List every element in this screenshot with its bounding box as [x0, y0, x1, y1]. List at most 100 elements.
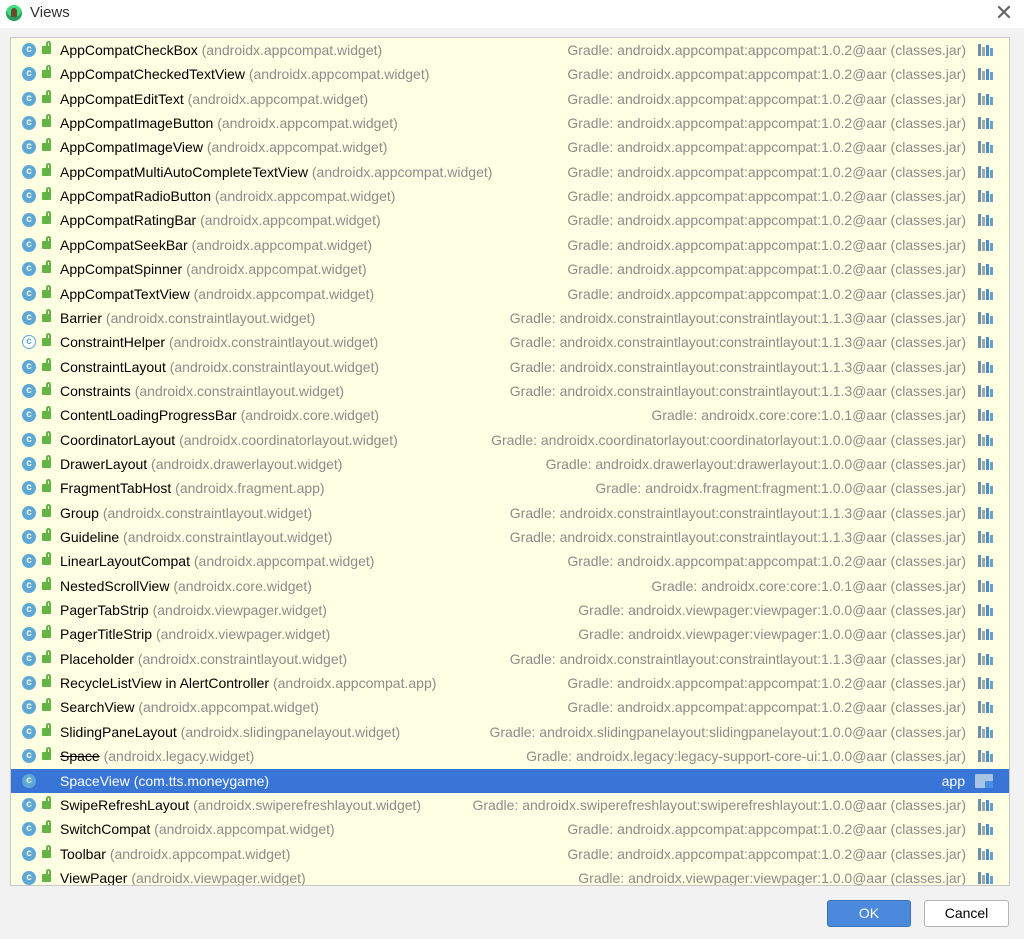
library-icon — [977, 725, 994, 739]
list-item[interactable]: c NestedScrollView (androidx.core.widget)… — [11, 574, 996, 598]
class-package: (androidx.appcompat.widget) — [193, 553, 375, 569]
class-package: (com.tts.moneygame) — [133, 773, 270, 789]
list-item[interactable]: c AppCompatMultiAutoCompleteTextView (and… — [11, 160, 996, 184]
list-item[interactable]: c AppCompatSpinner (androidx.appcompat.wi… — [11, 257, 996, 281]
list-item[interactable]: c Placeholder (androidx.constraintlayout.… — [11, 647, 996, 671]
class-simple-name: Constraints — [60, 383, 131, 399]
public-access-icon — [42, 187, 51, 200]
library-source: Gradle: androidx.viewpager:viewpager:1.0… — [578, 602, 966, 618]
list-item[interactable]: c Group (androidx.constraintlayout.widget… — [11, 501, 996, 525]
class-package: (androidx.constraintlayout.widget) — [168, 334, 379, 350]
list-item[interactable]: c ConstraintLayout (androidx.constraintla… — [11, 355, 996, 379]
list-item[interactable]: c ContentLoadingProgressBar (androidx.cor… — [11, 403, 996, 427]
class-name: ContentLoadingProgressBar (androidx.core… — [60, 403, 379, 427]
list-item[interactable]: c AppCompatRatingBar (androidx.appcompat.… — [11, 208, 996, 232]
list-item[interactable]: c AppCompatEditText (androidx.appcompat.w… — [11, 87, 996, 111]
library-icon — [977, 67, 994, 81]
public-access-icon — [42, 796, 51, 809]
class-list[interactable]: c AppCompatCheckBox (androidx.appcompat.w… — [10, 37, 1010, 886]
public-access-icon — [42, 650, 51, 663]
class-simple-name: AppCompatEditText — [60, 91, 184, 107]
list-item[interactable]: c AppCompatImageView (androidx.appcompat.… — [11, 135, 996, 159]
list-item[interactable]: c Constraints (androidx.constraintlayout.… — [11, 379, 996, 403]
list-item[interactable]: c FragmentTabHost (androidx.fragment.app)… — [11, 476, 996, 500]
library-source: Gradle: androidx.appcompat:appcompat:1.0… — [567, 212, 966, 228]
class-name: AppCompatSpinner (androidx.appcompat.wid… — [60, 257, 367, 281]
class-package: (androidx.appcompat.widget) — [193, 286, 375, 302]
list-item[interactable]: c Guideline (androidx.constraintlayout.wi… — [11, 525, 996, 549]
list-item[interactable]: c CoordinatorLayout (androidx.coordinator… — [11, 428, 996, 452]
public-access-icon — [42, 65, 51, 78]
list-item[interactable]: c SwipeRefreshLayout (androidx.swiperefre… — [11, 793, 996, 817]
public-access-icon — [42, 285, 51, 298]
library-icon — [977, 408, 994, 422]
class-package: (androidx.appcompat.widget) — [191, 237, 373, 253]
class-name: CoordinatorLayout (androidx.coordinatorl… — [60, 428, 398, 452]
class-name: ConstraintHelper (androidx.constraintlay… — [60, 330, 378, 354]
list-item[interactable]: c ConstraintHelper (androidx.constraintla… — [11, 330, 996, 354]
list-item[interactable]: c SwitchCompat (androidx.appcompat.widget… — [11, 817, 996, 841]
library-icon — [977, 457, 994, 471]
list-item[interactable]: c Barrier (androidx.constraintlayout.widg… — [11, 306, 996, 330]
class-name: AppCompatTextView (androidx.appcompat.wi… — [60, 282, 374, 306]
list-item[interactable]: c RecycleListView in AlertController (and… — [11, 671, 996, 695]
class-package: (androidx.appcompat.widget) — [217, 115, 398, 131]
class-simple-name: SwipeRefreshLayout — [60, 797, 190, 813]
cancel-button[interactable]: Cancel — [924, 900, 1009, 927]
public-access-icon — [42, 309, 51, 322]
list-item[interactable]: c AppCompatRadioButton (androidx.appcompa… — [11, 184, 996, 208]
class-simple-name: SearchView — [60, 699, 135, 715]
list-item[interactable]: c SlidingPaneLayout (androidx.slidingpane… — [11, 720, 996, 744]
library-icon — [977, 335, 994, 349]
library-icon — [977, 822, 994, 836]
library-icon — [977, 798, 994, 812]
list-item[interactable]: c AppCompatCheckBox (androidx.appcompat.w… — [11, 38, 996, 62]
library-source: Gradle: androidx.appcompat:appcompat:1.0… — [567, 237, 966, 253]
class-package: (androidx.constraintlayout.widget) — [123, 529, 333, 545]
class-package: (androidx.appcompat.widget) — [311, 164, 493, 180]
list-item[interactable]: c LinearLayoutCompat (androidx.appcompat.… — [11, 549, 996, 573]
list-item[interactable]: c PagerTabStrip (androidx.viewpager.widge… — [11, 598, 996, 622]
ok-button[interactable]: OK — [827, 900, 911, 927]
class-icon: c — [22, 408, 36, 422]
library-source: Gradle: androidx.constraintlayout:constr… — [509, 529, 966, 545]
class-icon: c — [22, 457, 36, 471]
public-access-icon — [42, 431, 51, 444]
library-source: Gradle: androidx.core:core:1.0.1@aar (cl… — [651, 407, 966, 423]
class-name: Group (androidx.constraintlayout.widget) — [60, 501, 312, 525]
list-item[interactable]: c AppCompatTextView (androidx.appcompat.w… — [11, 282, 996, 306]
class-package: (androidx.swiperefreshlayout.widget) — [193, 797, 422, 813]
library-source: Gradle: androidx.appcompat:appcompat:1.0… — [567, 286, 966, 302]
library-icon — [977, 238, 994, 252]
list-item[interactable]: c AppCompatImageButton (androidx.appcompa… — [11, 111, 996, 135]
class-icon: c — [22, 140, 36, 154]
public-access-icon — [42, 90, 51, 103]
library-icon — [977, 140, 994, 154]
class-name: LinearLayoutCompat (androidx.appcompat.w… — [60, 549, 374, 573]
list-item[interactable]: c PagerTitleStrip (androidx.viewpager.wid… — [11, 622, 996, 646]
class-simple-name: Placeholder — [60, 651, 134, 667]
class-icon: c — [22, 700, 36, 714]
library-source: Gradle: androidx.swiperefreshlayout:swip… — [472, 797, 966, 813]
class-icon: c — [22, 481, 36, 495]
class-name: Constraints (androidx.constraintlayout.w… — [60, 379, 344, 403]
list-item[interactable]: c Space (androidx.legacy.widget) Gradle: a… — [11, 744, 996, 768]
list-item[interactable]: c Toolbar (androidx.appcompat.widget) Grad… — [11, 842, 996, 866]
list-item[interactable]: c AppCompatSeekBar (androidx.appcompat.wi… — [11, 233, 996, 257]
class-package: (androidx.drawerlayout.widget) — [151, 456, 343, 472]
public-access-icon — [42, 698, 51, 711]
class-icon: c — [22, 627, 36, 641]
list-item[interactable]: c ViewPager (androidx.viewpager.widget) Gr… — [11, 866, 996, 885]
close-icon[interactable]: ✕ — [994, 1, 1014, 25]
list-item[interactable]: c SpaceView (com.tts.moneygame) app — [11, 769, 1009, 793]
vertical-scrollbar[interactable] — [1009, 38, 1010, 886]
list-item[interactable]: c SearchView (androidx.appcompat.widget) G… — [11, 695, 996, 719]
library-icon — [977, 43, 994, 57]
library-icon — [977, 847, 994, 861]
list-item[interactable]: c AppCompatCheckedTextView (androidx.appc… — [11, 62, 996, 86]
class-simple-name: Guideline — [60, 529, 120, 545]
library-source: Gradle: androidx.appcompat:appcompat:1.0… — [567, 139, 966, 155]
list-item[interactable]: c DrawerLayout (androidx.drawerlayout.wid… — [11, 452, 996, 476]
class-name: ViewPager (androidx.viewpager.widget) — [60, 866, 306, 885]
library-icon — [977, 287, 994, 301]
